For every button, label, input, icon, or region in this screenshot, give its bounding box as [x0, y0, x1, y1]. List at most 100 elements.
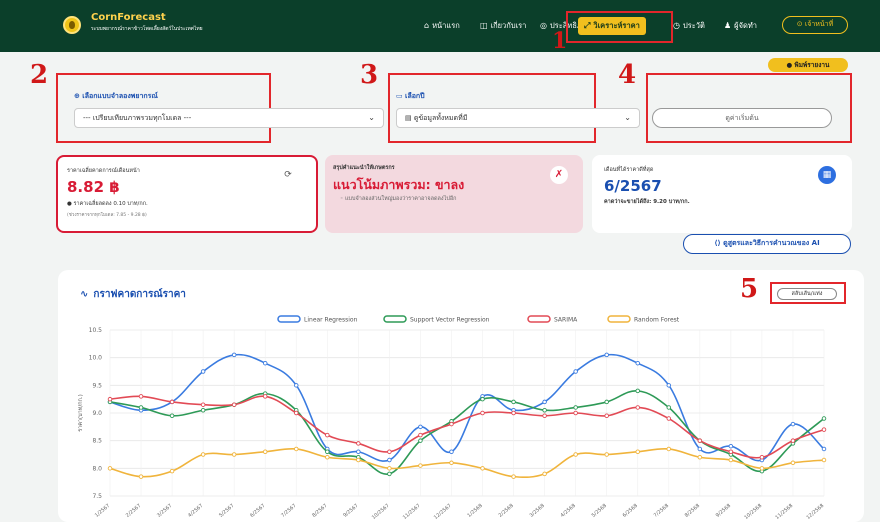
data-point[interactable]	[449, 421, 454, 427]
data-point[interactable]	[418, 463, 423, 468]
data-point[interactable]	[604, 452, 609, 457]
data-point[interactable]	[697, 455, 703, 460]
data-point[interactable]	[728, 457, 734, 463]
data-point[interactable]	[356, 449, 361, 454]
print-report-button[interactable]: ● พิมพ์รายงาน	[768, 58, 848, 72]
data-point[interactable]	[231, 352, 237, 358]
data-point[interactable]	[449, 449, 454, 454]
data-point[interactable]	[821, 446, 827, 452]
data-point[interactable]	[635, 449, 640, 454]
nav-item-about[interactable]: ◫ เกี่ยวกับเรา	[480, 17, 526, 35]
data-point[interactable]	[356, 441, 361, 446]
data-point[interactable]	[418, 438, 423, 443]
x-tick-label: 3/2568	[529, 503, 546, 519]
data-point[interactable]	[604, 352, 609, 358]
year-select[interactable]: ▤ ดูข้อมูลทั้งหมดที่มี ⌄	[396, 108, 640, 128]
data-point[interactable]	[666, 405, 672, 410]
data-point[interactable]	[294, 446, 299, 452]
x-tick-label: 11/2567	[402, 503, 422, 521]
data-point[interactable]	[790, 421, 796, 427]
data-point[interactable]	[635, 360, 640, 366]
data-point[interactable]	[356, 457, 361, 463]
data-point[interactable]	[325, 432, 330, 438]
data-point[interactable]	[759, 466, 765, 471]
data-point[interactable]	[138, 474, 144, 479]
data-point[interactable]	[325, 455, 330, 460]
data-point[interactable]	[480, 396, 485, 402]
ai-formula-button[interactable]: ⟨⟩ ดูสูตรและวิธีการคำนวณของ AI	[683, 234, 851, 254]
data-point[interactable]	[418, 432, 423, 438]
data-point[interactable]	[511, 474, 516, 479]
data-point[interactable]	[480, 410, 485, 416]
data-point[interactable]	[604, 413, 609, 419]
data-point[interactable]	[169, 413, 175, 419]
data-point[interactable]	[138, 405, 144, 410]
data-point[interactable]	[231, 402, 237, 407]
data-point[interactable]	[418, 424, 423, 430]
brand[interactable]: CornForecast ระบบพยากรณ์ราคาข้าวโพดเลี้ย…	[91, 12, 203, 33]
data-point[interactable]	[107, 466, 113, 471]
data-point[interactable]	[200, 407, 206, 413]
data-point[interactable]	[169, 399, 175, 405]
data-point[interactable]	[480, 466, 485, 471]
data-point[interactable]	[542, 413, 547, 419]
officer-button[interactable]: ⊙ เจ้าหน้าที่	[782, 16, 848, 34]
data-point[interactable]	[387, 457, 392, 463]
data-point[interactable]	[635, 405, 640, 410]
data-point[interactable]	[728, 443, 734, 449]
data-point[interactable]	[666, 416, 672, 421]
reset-default-button[interactable]: ดูค่าเริ่มต้น	[652, 108, 832, 128]
data-point[interactable]	[573, 405, 578, 410]
data-point[interactable]	[728, 449, 734, 454]
data-point[interactable]	[821, 416, 827, 421]
data-point[interactable]	[107, 396, 113, 402]
y-tick-label: 10.0	[89, 355, 103, 362]
data-point[interactable]	[262, 449, 268, 454]
data-point[interactable]	[573, 410, 578, 416]
data-point[interactable]	[387, 466, 392, 471]
data-point[interactable]	[542, 399, 547, 405]
data-point[interactable]	[200, 452, 206, 457]
data-point[interactable]	[790, 438, 796, 443]
nav-item-history[interactable]: ◷ ประวัติ	[673, 17, 705, 35]
data-point[interactable]	[511, 399, 516, 405]
data-point[interactable]	[325, 449, 330, 454]
data-point[interactable]	[573, 452, 578, 457]
data-point[interactable]	[262, 394, 268, 399]
data-point[interactable]	[697, 446, 703, 452]
data-point[interactable]	[542, 407, 547, 413]
data-point[interactable]	[138, 394, 144, 399]
data-point[interactable]	[200, 402, 206, 407]
data-point[interactable]	[821, 427, 827, 432]
info-icon: ◫	[480, 21, 488, 30]
data-point[interactable]	[821, 457, 827, 463]
year-label: ▭ เลือกปี	[396, 92, 425, 100]
data-point[interactable]	[200, 369, 206, 374]
data-point[interactable]	[387, 471, 392, 477]
data-point[interactable]	[262, 360, 268, 366]
data-point[interactable]	[666, 446, 672, 452]
data-point[interactable]	[294, 383, 299, 388]
model-select[interactable]: --- เปรียบเทียบภาพรวมทุกโมเดล --- ⌄	[74, 108, 384, 128]
data-point[interactable]	[604, 399, 609, 405]
chevron-down-icon: ⌄	[624, 113, 631, 122]
data-point[interactable]	[511, 410, 516, 416]
toggle-line-bar-button[interactable]: สลับเส้น/แท่ง	[777, 288, 837, 300]
data-point[interactable]	[790, 460, 796, 466]
data-point[interactable]	[759, 455, 765, 460]
data-point[interactable]	[231, 452, 237, 457]
data-point[interactable]	[635, 388, 640, 394]
data-point[interactable]	[573, 369, 578, 374]
best-month-title: เดือนที่ได้ราคาดีที่สุด	[604, 167, 654, 173]
data-point[interactable]	[697, 438, 703, 443]
data-point[interactable]	[169, 468, 175, 474]
nav-item-team[interactable]: ♟ ผู้จัดทำ	[724, 17, 757, 35]
x-tick-label: 5/2568	[591, 503, 608, 519]
data-point[interactable]	[542, 471, 547, 477]
data-point[interactable]	[294, 410, 299, 416]
legend-swatch	[607, 315, 631, 323]
nav-item-home[interactable]: ⌂ หน้าแรก	[424, 17, 460, 35]
data-point[interactable]	[387, 449, 392, 454]
data-point[interactable]	[666, 383, 672, 388]
data-point[interactable]	[449, 460, 454, 466]
